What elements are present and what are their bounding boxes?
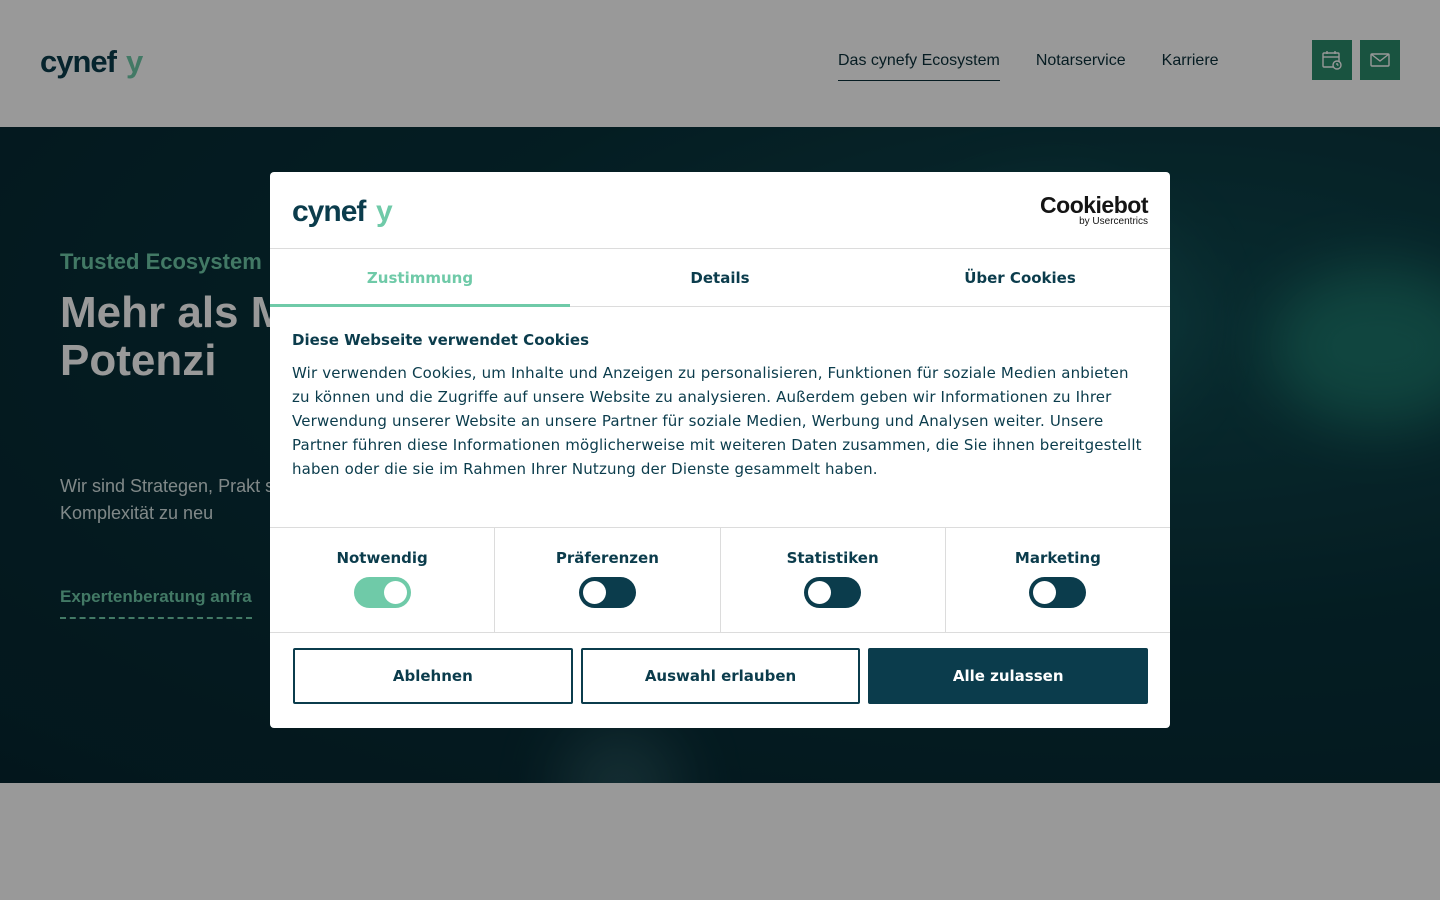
allow-all-button[interactable]: Alle zulassen <box>868 648 1149 704</box>
tab-zustimmung[interactable]: Zustimmung <box>270 249 570 307</box>
allow-selection-button[interactable]: Auswahl erlauben <box>580 648 861 704</box>
toggle-knob <box>582 581 606 604</box>
consent-toggles: Notwendig Präferenzen Statistiken Market… <box>270 528 1170 633</box>
cookiebot-name: Cookiebot <box>1040 192 1148 218</box>
toggle-praeferenzen[interactable] <box>578 577 636 608</box>
tab-details[interactable]: Details <box>570 249 870 306</box>
toggle-marketing[interactable] <box>1029 577 1087 608</box>
toggle-label: Statistiken <box>786 549 879 567</box>
toggle-knob <box>383 581 407 604</box>
tab-ueber-cookies[interactable]: Über Cookies <box>870 249 1170 306</box>
toggle-group-marketing: Marketing <box>946 528 1170 632</box>
dialog-heading: Diese Webseite verwendet Cookies <box>292 331 590 349</box>
toggle-group-statistiken: Statistiken <box>721 528 946 632</box>
dialog-body: Diese Webseite verwendet Cookies Wir ver… <box>270 307 1170 528</box>
toggle-statistiken[interactable] <box>804 577 862 608</box>
toggle-label: Präferenzen <box>555 549 659 567</box>
dialog-text: Wir verwenden Cookies, um Inhalte und An… <box>292 364 1142 478</box>
toggle-notwendig[interactable] <box>353 577 411 608</box>
toggle-group-notwendig: Notwendig <box>270 528 496 632</box>
dialog-buttons: Ablehnen Auswahl erlauben Alle zulassen <box>270 633 1170 704</box>
svg-text:y: y <box>376 195 393 228</box>
cookie-consent-dialog: cynef y Cookiebot by Usercentrics Zustim… <box>270 172 1170 728</box>
toggle-knob <box>1033 581 1057 604</box>
dialog-cynefy-logo: cynef y <box>292 195 393 228</box>
reject-button[interactable]: Ablehnen <box>293 648 573 704</box>
toggle-group-praeferenzen: Präferenzen <box>495 528 721 632</box>
dialog-header: cynef y Cookiebot by Usercentrics <box>270 172 1170 249</box>
cookiebot-logo[interactable]: Cookiebot by Usercentrics <box>1040 192 1148 228</box>
toggle-knob <box>808 581 832 604</box>
toggle-label: Marketing <box>1014 549 1101 567</box>
svg-text:cynef: cynef <box>292 195 367 228</box>
toggle-label: Notwendig <box>336 549 428 567</box>
dialog-tabs: Zustimmung Details Über Cookies <box>270 249 1170 307</box>
